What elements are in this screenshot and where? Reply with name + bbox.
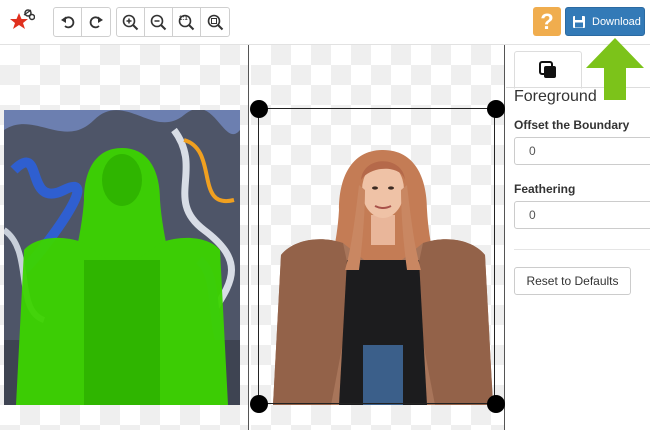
reset-defaults-label: Reset to Defaults bbox=[526, 274, 619, 288]
redo-icon bbox=[89, 16, 103, 29]
pane-divider-left bbox=[248, 45, 249, 430]
crop-handle-top-right[interactable] bbox=[487, 100, 505, 118]
undo-button[interactable] bbox=[54, 8, 82, 36]
mask-canvas[interactable] bbox=[0, 45, 248, 430]
crop-selection-box[interactable] bbox=[258, 108, 495, 404]
original-photo bbox=[4, 110, 240, 405]
tab-foreground[interactable] bbox=[514, 51, 582, 89]
redo-button[interactable] bbox=[82, 8, 110, 36]
crop-handle-top-left[interactable] bbox=[250, 100, 268, 118]
zoom-out-button[interactable] bbox=[145, 8, 173, 36]
toolbar: 1:1 ? Download bbox=[0, 0, 650, 45]
help-label: ? bbox=[540, 8, 554, 34]
download-label: Download bbox=[592, 15, 641, 28]
crop-handle-bottom-right[interactable] bbox=[487, 395, 505, 413]
zoom-in-icon bbox=[122, 14, 139, 30]
zoom-group: 1:1 bbox=[116, 7, 230, 37]
undo-icon bbox=[60, 16, 74, 29]
zoom-in-button[interactable] bbox=[117, 8, 145, 36]
feathering-label: Feathering bbox=[514, 182, 576, 196]
help-button[interactable]: ? bbox=[533, 7, 561, 36]
offset-boundary-label: Offset the Boundary bbox=[514, 118, 630, 132]
zoom-actual-size-button[interactable]: 1:1 bbox=[173, 8, 201, 36]
zoom-fit-icon bbox=[207, 14, 223, 30]
offset-boundary-value: 0 bbox=[529, 144, 536, 158]
feathering-input[interactable]: 0 bbox=[514, 201, 650, 229]
panel-title: Foreground bbox=[514, 88, 597, 105]
crop-handle-bottom-left[interactable] bbox=[250, 395, 268, 413]
panel-separator bbox=[514, 249, 650, 250]
zoom-out-icon bbox=[150, 14, 167, 30]
history-group bbox=[53, 7, 111, 37]
pane-divider-right bbox=[504, 45, 505, 430]
zoom-fit-button[interactable] bbox=[201, 8, 229, 36]
save-icon bbox=[573, 15, 585, 28]
download-button[interactable]: Download bbox=[565, 7, 645, 36]
zoom-actual-label: 1:1 bbox=[179, 16, 188, 22]
layers-icon bbox=[539, 61, 556, 78]
app-logo-icon bbox=[9, 7, 36, 35]
feathering-value: 0 bbox=[529, 208, 536, 222]
hint-arrow-up-icon bbox=[586, 38, 644, 105]
reset-defaults-button[interactable]: Reset to Defaults bbox=[514, 267, 631, 295]
offset-boundary-input[interactable]: 0 bbox=[514, 137, 650, 165]
